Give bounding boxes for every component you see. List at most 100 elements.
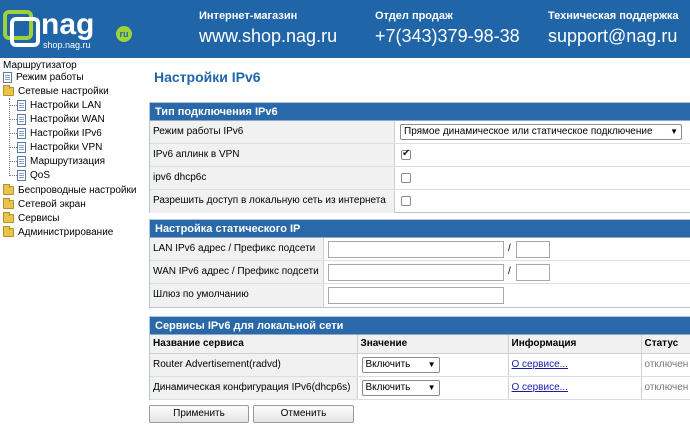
folder-icon [3, 226, 14, 237]
tree-connector [9, 105, 17, 106]
tree-connector [9, 98, 10, 176]
document-icon [17, 99, 26, 111]
radvd-select[interactable]: Включить ▼ [361, 356, 440, 373]
lan-address-input[interactable] [328, 241, 504, 258]
table-row: Router Advertisement(radvd) Включить ▼ О… [150, 353, 690, 377]
ipv6-mode-row: Режим работы IPv6 Прямое динамическое ил… [150, 121, 690, 144]
sidebar-item-routing[interactable]: Маршрутизация [17, 154, 105, 168]
sidebar-item-label: Администрирование [18, 226, 114, 238]
sidebar-item-lan[interactable]: Настройки LAN [17, 98, 101, 112]
radvd-info-link[interactable]: О сервисе... [512, 359, 568, 370]
site-header: nag ru shop.nag.ru Интернет-магазин www.… [0, 0, 690, 58]
vpn-uplink-row: IPv6 аплинк в VPN [150, 144, 690, 167]
sales-phone: +7(343)379-98-38 [375, 26, 520, 46]
dhcp6s-select[interactable]: Включить ▼ [361, 379, 440, 396]
gateway-input[interactable] [328, 287, 504, 304]
document-icon [3, 71, 12, 83]
sidebar-item-label: Настройки LAN [30, 99, 102, 111]
ipv6-services-panel: Сервисы IPv6 для локальной сети Название… [149, 316, 690, 400]
sidebar-item-wireless[interactable]: Беспроводные настройки [3, 183, 136, 197]
service-status: отключен [641, 376, 690, 400]
lan-access-checkbox[interactable] [401, 196, 411, 206]
page-title: Настройки IPv6 [154, 69, 261, 85]
folder-icon [3, 184, 14, 195]
lan-access-label: Разрешить доступ в локальную сеть из инт… [150, 190, 395, 213]
vpn-uplink-checkbox[interactable] [401, 148, 411, 160]
folder-icon [3, 198, 14, 209]
ipv6-mode-value: Прямое динамическое или статическое подк… [404, 126, 653, 137]
service-name: Динамическая конфигурация IPv6(dhcp6s) [150, 376, 358, 400]
services-table: Название сервиса Значение Информация Ста… [150, 335, 690, 400]
sidebar-item-network[interactable]: Сетевые настройки [3, 84, 109, 98]
main-content: Настройки IPv6 Тип подключения IPv6 Режи… [142, 58, 690, 430]
dhcp6c-label: ipv6 dhcp6c [150, 167, 395, 189]
sidebar-item-label: Сетевые настройки [18, 85, 109, 97]
nag-logo[interactable]: nag ru shop.nag.ru [3, 4, 135, 54]
dhcp6s-value: Включить [365, 381, 411, 393]
connection-type-panel: Тип подключения IPv6 Режим работы IPv6 П… [149, 102, 690, 213]
lan-address-row: LAN IPv6 адрес / Префикс подсети / [150, 238, 690, 261]
service-value-cell: Включить ▼ [357, 353, 509, 377]
logo-badge: ru [120, 29, 129, 39]
support-email[interactable]: support@nag.ru [548, 26, 679, 47]
dhcp6s-info-link[interactable]: О сервисе... [512, 382, 568, 393]
logo-text: nag [41, 8, 94, 41]
panel-header: Настройка статического IP [150, 220, 690, 238]
wan-address-row: WAN IPv6 адрес / Префикс подсети / [150, 261, 690, 284]
lan-prefix-input[interactable] [516, 241, 550, 258]
support-contact: Техническая поддержка support@nag.ru [548, 10, 679, 47]
sidebar-item-admin[interactable]: Администрирование [3, 225, 113, 239]
support-caption: Техническая поддержка [548, 10, 679, 22]
sidebar-item-vpn[interactable]: Настройки VPN [17, 140, 102, 154]
cancel-button[interactable]: Отменить [253, 405, 354, 423]
tree-connector [9, 133, 17, 134]
sidebar-item-ipv6[interactable]: Настройки IPv6 [17, 126, 102, 140]
wan-address-label: WAN IPv6 адрес / Префикс подсети [150, 261, 324, 283]
table-header-row: Название сервиса Значение Информация Ста… [150, 335, 690, 354]
document-icon [17, 169, 26, 181]
column-header: Информация [508, 335, 642, 354]
wan-address-input[interactable] [328, 264, 504, 281]
sidebar-item-label: Настройки WAN [30, 113, 105, 125]
vpn-uplink-label: IPv6 аплинк в VPN [150, 144, 395, 166]
sidebar-item-qos[interactable]: QoS [17, 168, 50, 182]
radvd-value: Включить [365, 358, 411, 370]
ipv6-mode-label: Режим работы IPv6 [150, 121, 395, 143]
sidebar-root-label: Маршрутизатор [3, 59, 77, 71]
sidebar-item-label: Маршрутизация [30, 155, 106, 167]
column-header: Название сервиса [150, 335, 358, 354]
sidebar-item-firewall[interactable]: Сетевой экран [3, 197, 86, 211]
sidebar-item-label: Режим работы [16, 71, 84, 83]
shop-link[interactable]: www.shop.nag.ru [199, 26, 337, 47]
sidebar-item-label: Настройки IPv6 [30, 127, 102, 139]
service-info-cell: О сервисе... [508, 353, 642, 377]
apply-button[interactable]: Применить [149, 405, 249, 423]
sidebar-item-mode[interactable]: Режим работы [3, 70, 84, 84]
document-icon [17, 113, 26, 125]
wan-prefix-input[interactable] [516, 264, 550, 281]
folder-icon [3, 212, 14, 223]
tree-connector [9, 161, 17, 162]
prefix-separator: / [508, 243, 511, 254]
dropdown-arrow-icon: ▼ [427, 382, 436, 392]
gateway-label: Шлюз по умолчанию [150, 284, 324, 307]
sidebar-item-label: Беспроводные настройки [18, 184, 137, 196]
tree-connector [9, 119, 17, 120]
sales-caption: Отдел продаж [375, 10, 453, 22]
sidebar-item-label: Сервисы [18, 212, 60, 224]
dhcp6c-checkbox[interactable] [401, 173, 411, 183]
sidebar-item-label: QoS [30, 169, 51, 181]
document-icon [17, 155, 26, 167]
ipv6-mode-select[interactable]: Прямое динамическое или статическое подк… [400, 124, 682, 140]
lan-access-row: Разрешить доступ в локальную сеть из инт… [150, 190, 690, 213]
document-icon [17, 127, 26, 139]
document-icon [17, 141, 26, 153]
service-name: Router Advertisement(radvd) [150, 353, 358, 377]
lan-address-label: LAN IPv6 адрес / Префикс подсети [150, 238, 324, 260]
sidebar-item-label: Сетевой экран [18, 198, 86, 210]
sidebar-item-wan[interactable]: Настройки WAN [17, 112, 105, 126]
table-row: Динамическая конфигурация IPv6(dhcp6s) В… [150, 376, 690, 400]
dropdown-arrow-icon: ▼ [427, 359, 436, 369]
sales-contact: Отдел продаж +7(343)379-98-38 [375, 10, 520, 47]
sidebar-item-services[interactable]: Сервисы [3, 211, 59, 225]
